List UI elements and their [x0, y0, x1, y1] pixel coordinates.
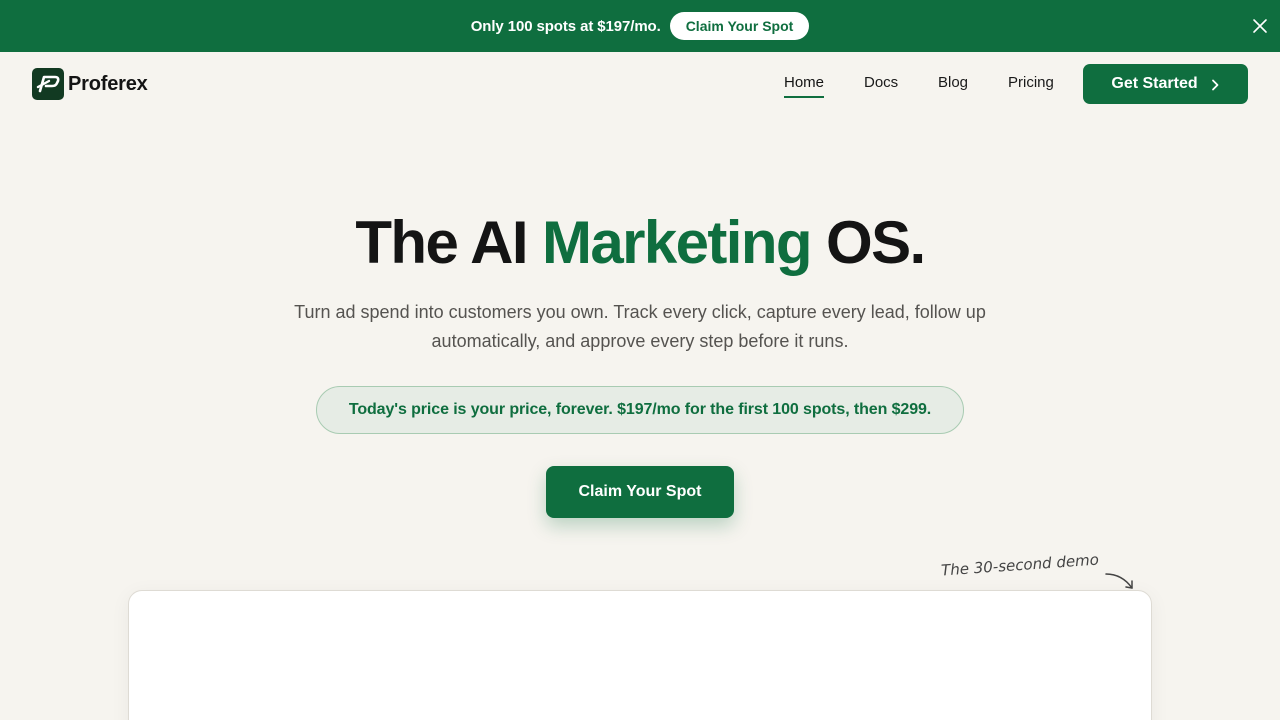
hero-title: The AI Marketing OS. — [0, 207, 1280, 279]
demo-note: The 30-second demo — [940, 550, 1100, 580]
brand-logo[interactable]: Proferex — [32, 68, 148, 100]
brand-logo-icon — [32, 68, 64, 100]
announcement-bar: Only 100 spots at $197/mo. Claim Your Sp… — [0, 0, 1280, 52]
hero-claim-button[interactable]: Claim Your Spot — [546, 466, 734, 518]
nav-blog[interactable]: Blog — [938, 74, 968, 91]
nav-pricing[interactable]: Pricing — [1008, 74, 1054, 91]
hero-title-suffix: OS. — [826, 209, 926, 276]
announcement-text: Only 100 spots at $197/mo. — [470, 17, 661, 35]
hero-title-accent: Marketing — [541, 209, 813, 276]
hero-title-prefix: The AI — [355, 209, 528, 276]
price-note-badge: Today's price is your price, forever. $1… — [316, 386, 964, 434]
nav-home[interactable]: Home — [784, 74, 824, 91]
nav-docs[interactable]: Docs — [864, 74, 898, 91]
brand-name: Proferex — [68, 72, 148, 95]
hero-subtitle: Turn ad spend into customers you own. Tr… — [294, 302, 986, 351]
get-started-label: Get Started — [1111, 75, 1198, 92]
get-started-button[interactable]: Get Started — [1083, 64, 1248, 104]
chevron-right-icon — [1210, 78, 1220, 91]
announcement-claim-button[interactable]: Claim Your Spot — [669, 12, 810, 40]
price-note-text: Today's price is your price, forever. $1… — [348, 401, 932, 418]
hero-claim-label: Claim Your Spot — [578, 483, 702, 500]
demo-video-frame[interactable] — [128, 590, 1152, 720]
close-icon[interactable] — [1251, 17, 1269, 35]
nav-active-underline — [784, 96, 824, 98]
site-header: Proferex Home Docs Blog Pricing Get Star… — [0, 52, 1280, 116]
